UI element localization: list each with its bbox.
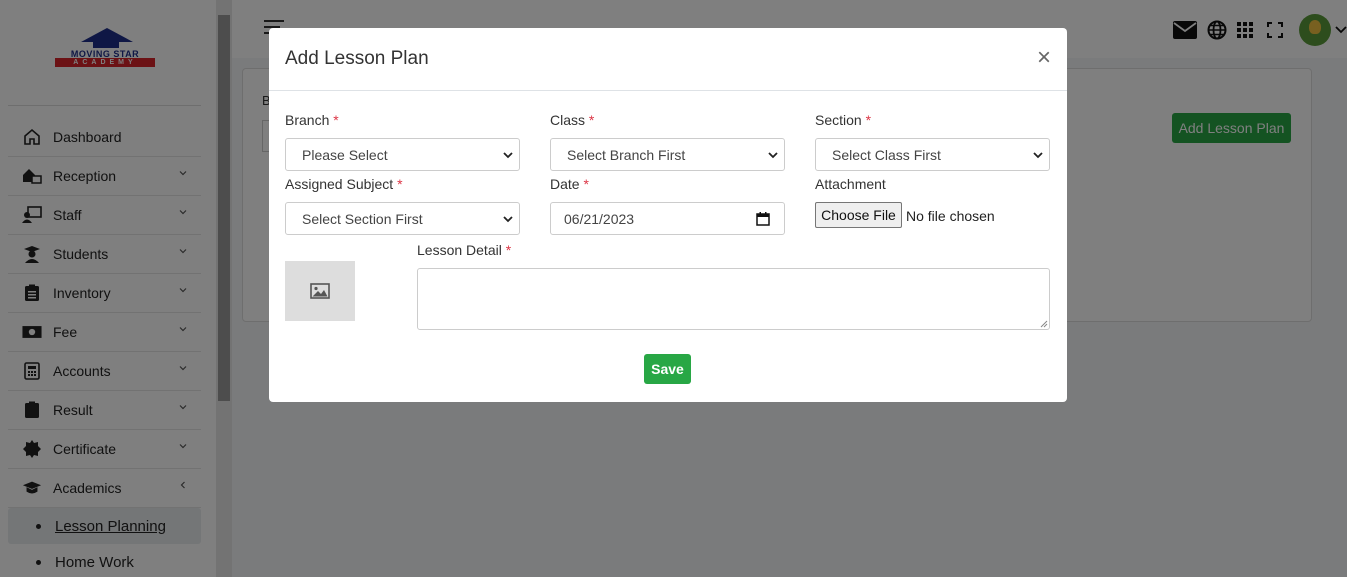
image-placeholder-icon	[310, 283, 330, 299]
class-select-value: Select Branch First	[567, 146, 686, 163]
date-label: Date *	[550, 176, 589, 192]
subject-label-text: Assigned Subject	[285, 176, 394, 192]
lesson-detail-textarea[interactable]	[417, 268, 1050, 330]
subject-select[interactable]: Select Section First	[285, 202, 520, 235]
file-status-text: No file chosen	[906, 208, 995, 224]
section-label: Section *	[815, 112, 871, 128]
branch-label: Branch *	[285, 112, 339, 128]
chevron-down-icon	[503, 152, 513, 159]
date-label-text: Date	[550, 176, 580, 192]
calendar-icon[interactable]	[756, 212, 770, 226]
required-mark: *	[505, 242, 512, 258]
required-mark: *	[865, 112, 872, 128]
section-select-value: Select Class First	[832, 146, 941, 163]
required-mark: *	[397, 176, 403, 192]
subject-select-value: Select Section First	[302, 210, 423, 227]
modal-title: Add Lesson Plan	[285, 48, 429, 69]
lesson-detail-label: Lesson Detail *	[417, 242, 511, 258]
image-preview	[285, 261, 355, 321]
chevron-down-icon	[1033, 152, 1043, 159]
choose-file-button[interactable]: Choose File	[815, 202, 902, 228]
class-label-text: Class	[550, 112, 586, 128]
chevron-down-icon	[503, 216, 513, 223]
resize-grip-icon[interactable]	[1039, 319, 1048, 328]
branch-select-value: Please Select	[302, 146, 388, 163]
required-mark: *	[588, 112, 595, 128]
modal-header: Add Lesson Plan ×	[269, 28, 1067, 91]
class-select[interactable]: Select Branch First	[550, 138, 785, 171]
save-button[interactable]: Save	[644, 354, 691, 384]
branch-select[interactable]: Please Select	[285, 138, 520, 171]
chevron-down-icon	[768, 152, 778, 159]
subject-label: Assigned Subject *	[285, 176, 403, 192]
required-mark: *	[583, 176, 589, 192]
required-mark: *	[333, 112, 339, 128]
date-input[interactable]: 06/21/2023	[550, 202, 785, 235]
branch-label-text: Branch	[285, 112, 330, 128]
section-select[interactable]: Select Class First	[815, 138, 1050, 171]
add-lesson-plan-modal: Add Lesson Plan × Branch * Please Select…	[269, 28, 1067, 402]
lesson-detail-label-text: Lesson Detail	[417, 242, 502, 258]
date-input-value: 06/21/2023	[564, 210, 635, 227]
class-label: Class *	[550, 112, 594, 128]
attachment-label: Attachment	[815, 176, 886, 192]
close-icon[interactable]: ×	[1037, 46, 1051, 70]
section-label-text: Section	[815, 112, 862, 128]
